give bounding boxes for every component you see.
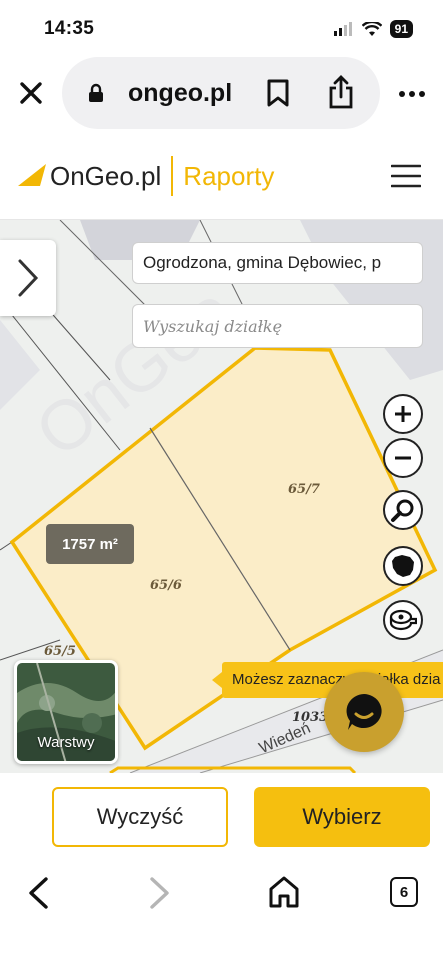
chat-bubble-icon bbox=[346, 694, 382, 730]
hamburger-menu-icon[interactable] bbox=[391, 164, 421, 188]
measure-button[interactable] bbox=[383, 600, 423, 640]
tape-measure-icon bbox=[389, 609, 417, 631]
logo-triangle-icon bbox=[18, 164, 46, 186]
status-bar: 14:35 91 bbox=[0, 0, 443, 54]
browser-bar: ongeo.pl bbox=[0, 54, 443, 134]
area-badge: 1757 m² bbox=[46, 524, 134, 564]
parcel-search-input[interactable] bbox=[132, 304, 423, 348]
location-field[interactable]: Ogrodzona, gmina Dębowiec, p bbox=[132, 242, 423, 284]
magnifier-icon bbox=[391, 499, 414, 522]
address-bar[interactable]: ongeo.pl bbox=[62, 57, 380, 129]
chat-button[interactable] bbox=[324, 672, 404, 752]
browser-nav: 6 bbox=[0, 861, 443, 960]
layers-button[interactable]: Warstwy bbox=[14, 660, 118, 764]
status-time: 14:35 bbox=[44, 18, 95, 39]
expand-panel-button[interactable] bbox=[0, 240, 56, 316]
forward-icon[interactable] bbox=[148, 877, 172, 909]
status-icons: 91 bbox=[333, 20, 413, 38]
map-view[interactable]: OnGeo 65/7 65/6 65/5 1033 Wiedeń Ogrodzo… bbox=[0, 220, 443, 773]
chevron-right-icon bbox=[18, 259, 39, 297]
zoom-in-button[interactable] bbox=[383, 394, 423, 434]
parcel-label: 65/6 bbox=[150, 578, 182, 593]
battery-indicator: 91 bbox=[389, 20, 413, 38]
parcel-label: 65/5 bbox=[44, 644, 76, 659]
layers-label: Warstwy bbox=[37, 734, 95, 751]
url-text: ongeo.pl bbox=[128, 79, 233, 107]
lock-icon bbox=[89, 83, 103, 102]
tabs-button[interactable]: 6 bbox=[390, 877, 418, 907]
site-header: OnGeo.pl Raporty bbox=[0, 134, 443, 220]
minus-icon bbox=[395, 456, 411, 460]
parcel-label: 65/7 bbox=[288, 482, 320, 497]
more-icon[interactable] bbox=[398, 90, 426, 98]
logo-divider bbox=[171, 156, 174, 196]
plus-icon bbox=[395, 406, 411, 422]
search-map-button[interactable] bbox=[383, 490, 423, 530]
share-icon[interactable] bbox=[328, 75, 354, 109]
zoom-out-button[interactable] bbox=[383, 438, 423, 478]
back-icon[interactable] bbox=[26, 877, 50, 909]
close-icon[interactable] bbox=[16, 78, 46, 108]
logo-section: Raporty bbox=[183, 160, 275, 191]
home-icon[interactable] bbox=[268, 875, 300, 909]
select-button[interactable]: Wybierz bbox=[254, 787, 430, 847]
signal-icon bbox=[333, 22, 352, 36]
logo-brand: OnGeo.pl bbox=[50, 160, 162, 191]
bookmark-icon[interactable] bbox=[266, 79, 290, 107]
action-bar: Wyczyść Wybierz bbox=[0, 773, 443, 861]
wifi-icon bbox=[361, 21, 382, 36]
poland-map-icon bbox=[392, 555, 414, 577]
site-logo[interactable]: OnGeo.pl Raporty bbox=[18, 156, 274, 196]
tooltip-arrow bbox=[212, 672, 222, 688]
country-view-button[interactable] bbox=[383, 546, 423, 586]
clear-button[interactable]: Wyczyść bbox=[52, 787, 228, 847]
